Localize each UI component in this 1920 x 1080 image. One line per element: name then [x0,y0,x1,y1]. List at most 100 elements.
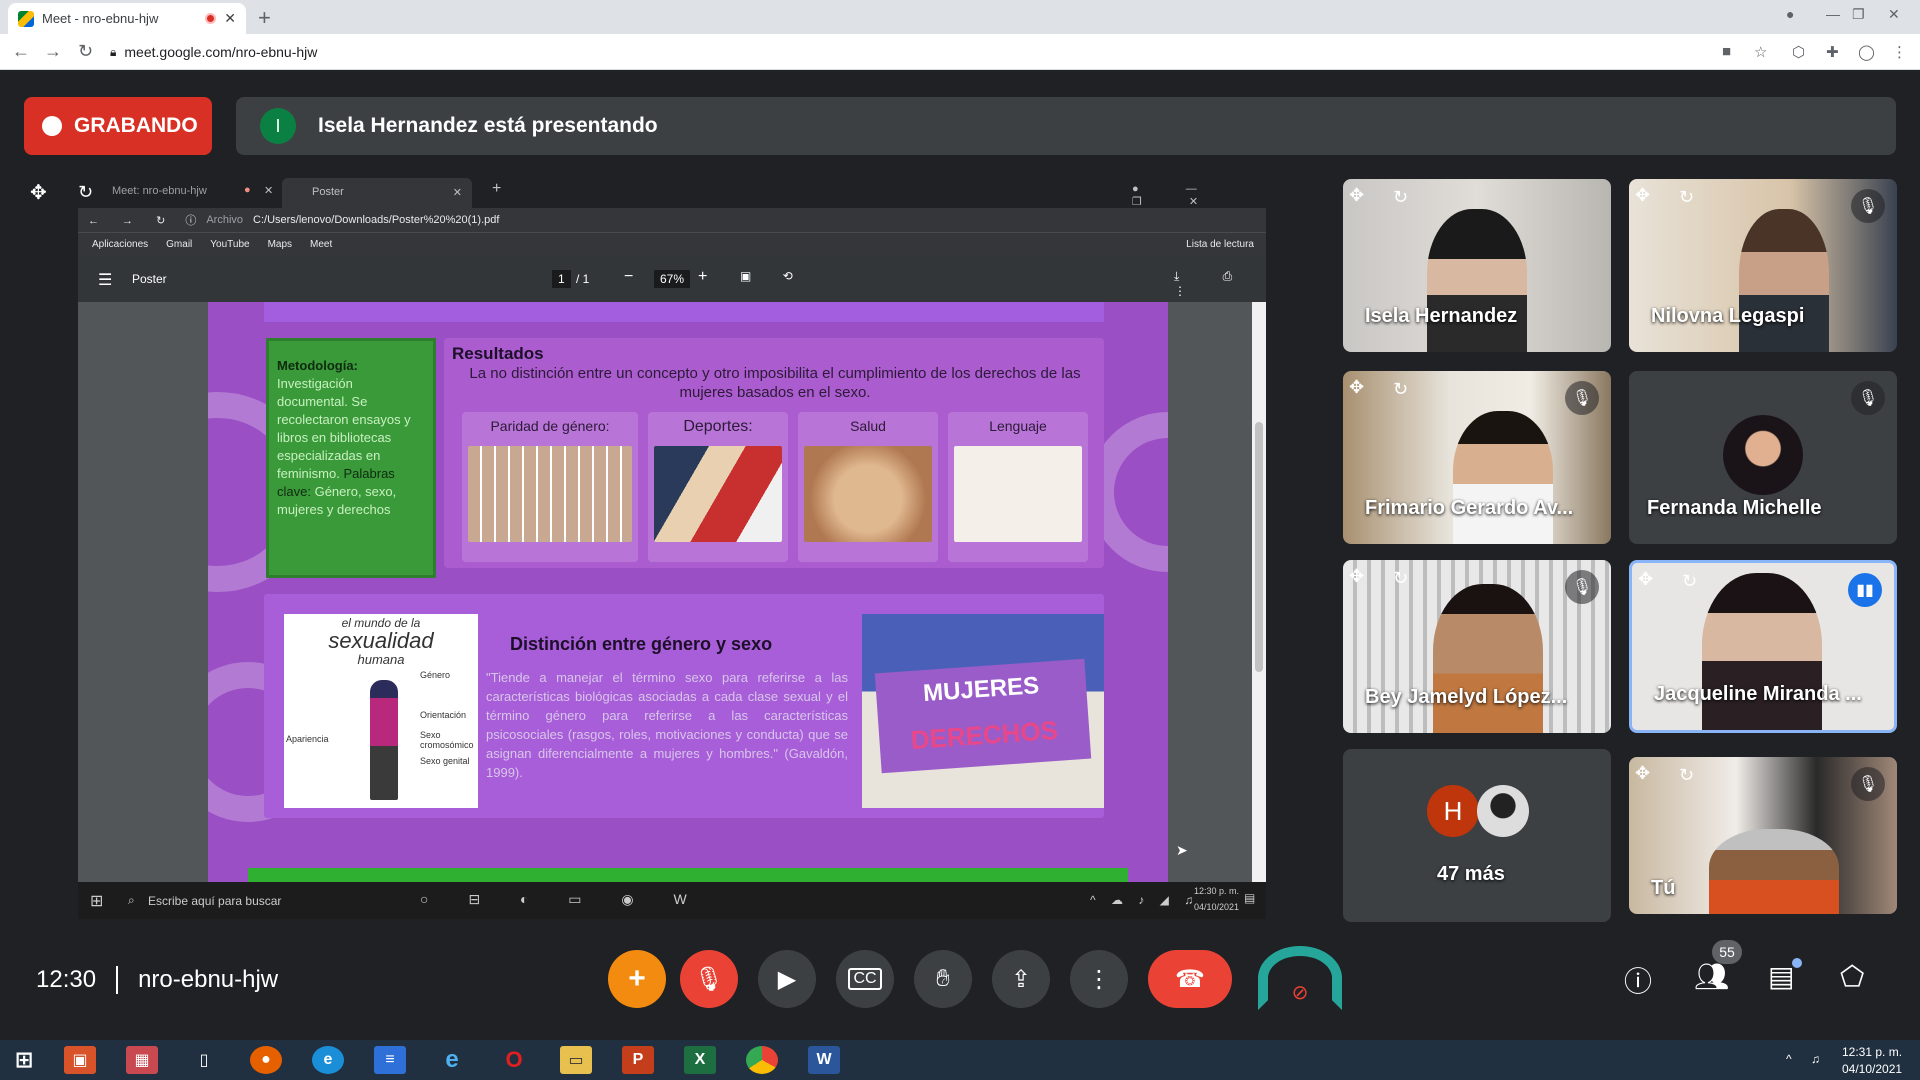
close-window-button[interactable]: ✕ [1888,6,1900,23]
meeting-details: 12:30 nro-ebnu-hjw [36,966,278,994]
move-icon[interactable]: ✥ [1638,569,1653,590]
refresh-icon[interactable]: ↻ [78,182,93,203]
tile-fernanda[interactable]: 🎙︎ Fernanda Michelle [1629,371,1897,544]
people-icon[interactable]: 👥︎ [1694,960,1730,993]
refresh-icon[interactable]: ↻ [1393,187,1408,208]
reading-list: Lista de lectura [1186,239,1254,250]
bookmark-apps: Aplicaciones [92,239,149,250]
add-activity-button[interactable]: + [608,950,666,1008]
bookmark-star-icon[interactable]: ☆ [1754,43,1767,61]
tile-nilovna[interactable]: ✥ ↻ 🎙︎ Nilovna Legaspi [1629,179,1897,352]
pdf-page-total: / 1 [576,272,590,286]
participant-video [1709,829,1839,914]
shared-new-tab-icon: + [492,180,502,197]
tile-frimario[interactable]: ✥ ↻ 🎙︎ Frimario Gerardo Av... [1343,371,1611,544]
app-powerpoint-icon[interactable]: P [622,1046,654,1074]
tile-isela[interactable]: ✥ ↻ Isela Hernandez [1343,179,1611,352]
shared-tray-icons: ^ ☁ ♪ ◢ ♫ [1090,893,1200,907]
more-options-button[interactable]: ⋮ [1070,950,1128,1008]
move-icon[interactable]: ✥ [1349,377,1364,398]
pdf-menu-icon: ☰ [98,272,113,289]
browser-tab-meet[interactable]: Meet - nro-ebnu-hjw ✕ [8,3,246,34]
camera-button[interactable]: ▶ [758,950,816,1008]
back-icon[interactable]: ← [12,41,30,62]
profile-icon[interactable]: ● [1786,6,1794,22]
forward-icon[interactable]: → [44,41,62,62]
tile-bey[interactable]: ✥ ↻ 🎙︎ Bey Jamelyd López... [1343,560,1611,733]
mic-off-icon: 🎙︎ [1851,189,1885,223]
app-file-icon[interactable]: ▯ [188,1046,220,1074]
tile-jacqueline[interactable]: ✥ ↻ ▮▮ Jacqueline Miranda ... [1629,560,1897,733]
new-tab-button[interactable]: + [258,5,271,31]
taskbar-date: 04/10/2021 [1842,1062,1903,1076]
app-grid-icon[interactable]: ▦ [126,1046,158,1074]
app-docs-icon[interactable]: ≡ [374,1046,406,1074]
shared-tab-poster: Poster ✕ [282,178,472,208]
move-icon[interactable]: ✥ [30,180,47,205]
app-firefox-icon[interactable]: ● [250,1046,282,1074]
captions-button[interactable]: CC [836,950,894,1008]
shared-address-bar: ← → ↻ ⓘ Archivo C:/Users/lenovo/Download… [78,208,1266,232]
bookmark-gmail: Gmail [166,239,193,250]
hang-up-icon: ☎︎ [1175,965,1205,993]
shared-tab-strip: ✥ ↻ Meet: nro-ebnu-hjw ● ✕ Poster ✕ + ● … [24,176,1266,208]
mic-off-icon: 🎙︎ [1851,767,1885,801]
refresh-icon[interactable]: ↻ [1679,765,1694,786]
app-photos-icon[interactable]: ▣ [64,1046,96,1074]
app-word-icon[interactable]: W [808,1046,840,1074]
menu-icon[interactable]: ⋮ [1892,43,1907,61]
sexualidad-big: sexualidad [328,628,434,653]
refresh-icon[interactable]: ↻ [1393,568,1408,589]
app-ie-icon[interactable]: e [436,1046,468,1074]
raise-hand-button[interactable]: ✋︎ [914,950,972,1008]
participant-name: Tú [1651,877,1676,899]
hand-icon: ✋︎ [936,965,950,992]
avatar[interactable]: ◯ [1858,43,1875,61]
app-chrome-icon[interactable] [746,1046,778,1074]
leave-call-button[interactable]: ☎︎ [1148,950,1232,1008]
label-sexo-genital: Sexo genital [420,756,470,766]
move-icon[interactable]: ✥ [1635,763,1650,784]
refresh-icon[interactable]: ↻ [1393,379,1408,400]
refresh-icon[interactable]: ↻ [1679,187,1694,208]
tile-you[interactable]: ✥ ↻ 🎙︎ Tú [1629,757,1897,914]
minimize-button[interactable]: — [1826,6,1840,22]
app-excel-icon[interactable]: X [684,1046,716,1074]
info-icon[interactable]: ⓘ [1624,960,1652,1000]
bookmark-maps: Maps [267,239,293,250]
extension-icon[interactable]: ⬡ [1792,43,1805,61]
move-icon[interactable]: ✥ [1349,566,1364,587]
refresh-icon[interactable]: ↻ [1682,571,1697,592]
move-icon[interactable]: ✥ [1635,185,1650,206]
camera-icon[interactable]: ■ [1722,43,1731,60]
app-explorer-icon[interactable]: ▭ [560,1046,592,1074]
app-opera-icon[interactable]: O [498,1046,530,1074]
restore-button[interactable]: ❐ [1852,6,1865,23]
activities-icon[interactable]: ⬠ [1840,960,1864,993]
label-orientacion: Orientación [420,710,467,720]
puzzle-icon[interactable]: ✚ [1826,43,1839,61]
hidden-self-view-button[interactable]: ⊘ [1258,946,1342,1010]
mic-off-button[interactable]: 🎙︎ [680,950,738,1008]
resultados-body: La no distinción entre un concepto y otr… [469,365,1081,401]
shared-start-icon: ⊞ [90,893,104,910]
chat-icon[interactable]: ▤ [1768,960,1794,993]
participant-name: Isela Hernandez [1365,305,1518,327]
shared-notification-icon: ▤ [1244,891,1256,905]
more-vert-icon: ⋮ [1087,965,1111,993]
present-button[interactable]: ⇪ [992,950,1050,1008]
tile-more[interactable]: H 47 más [1343,749,1611,922]
pdf-tools-icons: ▣ ⟲ [740,269,807,283]
card-paridad: Paridad de género: [462,412,638,562]
move-icon[interactable]: ✥ [1349,185,1364,206]
reload-icon[interactable]: ↻ [78,41,93,62]
chat-unread-dot [1792,958,1802,968]
app-edge-icon[interactable]: e [312,1046,344,1074]
url-field[interactable]: 🔒︎ meet.google.com/nro-ebnu-hjw [110,40,1690,64]
windows-start-icon[interactable]: ⊞ [8,1046,40,1074]
mouse-cursor-icon: ➤ [1176,842,1188,858]
close-tab-icon[interactable]: ✕ [224,10,236,27]
captions-icon: CC [848,968,882,990]
participant-video [1739,209,1829,352]
label-apariencia: Apariencia [286,734,329,744]
